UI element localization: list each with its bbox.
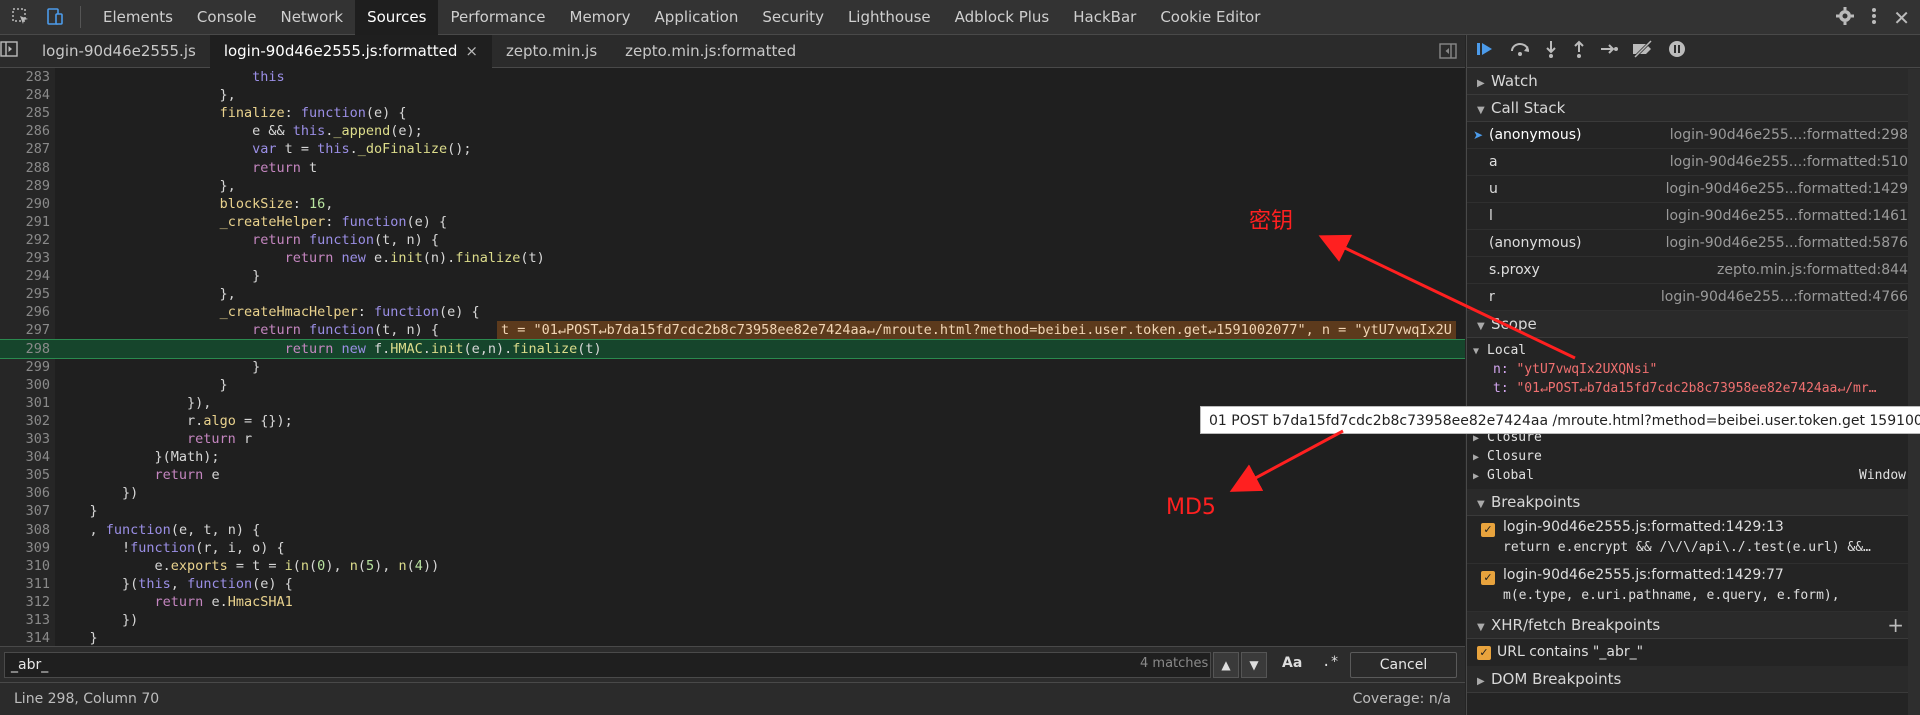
- key-annotation-label: 密钥: [1249, 209, 1294, 234]
- annotation-arrows: [1229, 234, 1576, 492]
- md5-annotation-arrow: [1229, 429, 1344, 492]
- key-annotation-arrow: [1318, 234, 1576, 360]
- md5-annotation-label: MD5: [1166, 495, 1216, 520]
